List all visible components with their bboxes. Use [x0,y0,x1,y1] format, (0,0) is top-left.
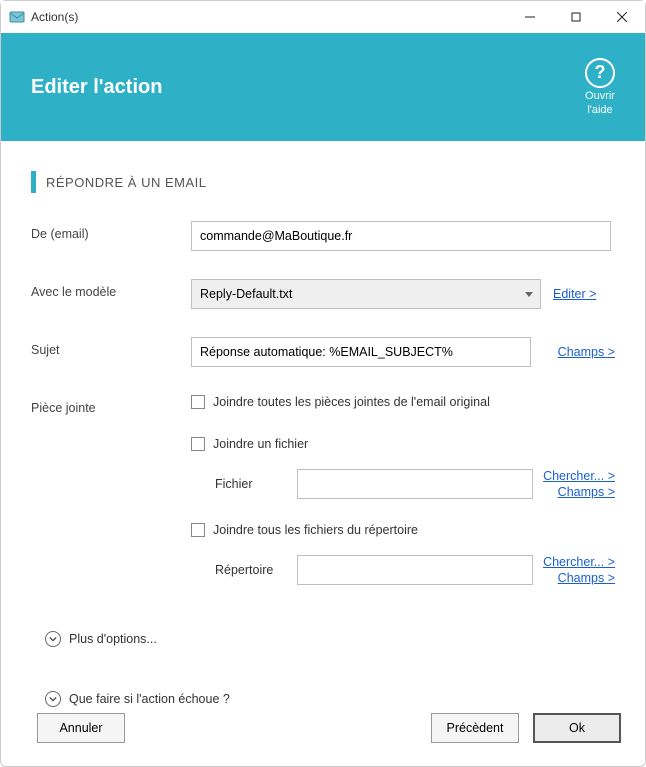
help-button[interactable]: ? Ouvrir l'aide [585,58,615,116]
dir-fields-link[interactable]: Champs > [558,571,615,585]
titlebar: Action(s) [1,1,645,33]
dir-sublabel: Répertoire [215,563,287,577]
file-fields-link[interactable]: Champs > [558,485,615,499]
model-select[interactable] [191,279,541,309]
app-icon [9,9,25,25]
dir-path-input[interactable] [297,555,533,585]
dir-browse-link[interactable]: Chercher... > [543,555,615,569]
attach-file-checkbox[interactable] [191,437,205,451]
subject-label: Sujet [31,337,191,357]
cancel-button[interactable]: Annuler [37,713,125,743]
window-controls [507,1,645,33]
attach-file-label: Joindre un fichier [213,437,308,451]
dialog-footer: Annuler Précèdent Ok [1,708,645,766]
section-accent-bar [31,171,36,193]
file-browse-link[interactable]: Chercher... > [543,469,615,483]
model-label: Avec le modèle [31,279,191,299]
attach-original-label: Joindre toutes les pièces jointes de l'e… [213,395,490,409]
more-options-expander[interactable]: Plus d'options... [45,631,615,647]
section-header: RÉPONDRE À UN EMAIL [31,171,615,193]
more-options-label: Plus d'options... [69,632,157,646]
form-content: RÉPONDRE À UN EMAIL De (email) Avec le m… [1,141,645,708]
help-label-2: l'aide [587,104,612,116]
section-title: RÉPONDRE À UN EMAIL [46,175,206,190]
attach-original-checkbox[interactable] [191,395,205,409]
subject-input[interactable] [191,337,531,367]
chevron-down-icon [45,631,61,647]
chevron-down-icon [45,691,61,707]
from-label: De (email) [31,221,191,241]
maximize-button[interactable] [553,1,599,33]
previous-button[interactable]: Précèdent [431,713,519,743]
page-header: Editer l'action ? Ouvrir l'aide [1,33,645,141]
failure-expander[interactable]: Que faire si l'action échoue ? [45,691,615,707]
attachment-label: Pièce jointe [31,395,191,415]
file-sublabel: Fichier [215,477,287,491]
failure-label: Que faire si l'action échoue ? [69,692,230,706]
help-label-1: Ouvrir [585,90,615,102]
file-path-input[interactable] [297,469,533,499]
ok-button[interactable]: Ok [533,713,621,743]
minimize-button[interactable] [507,1,553,33]
attach-dir-checkbox[interactable] [191,523,205,537]
close-button[interactable] [599,1,645,33]
attach-dir-label: Joindre tous les fichiers du répertoire [213,523,418,537]
window-title: Action(s) [31,10,507,24]
edit-model-link[interactable]: Editer > [553,287,596,301]
page-title: Editer l'action [31,76,162,99]
help-icon: ? [585,58,615,88]
from-email-input[interactable] [191,221,611,251]
subject-fields-link[interactable]: Champs > [558,345,615,359]
